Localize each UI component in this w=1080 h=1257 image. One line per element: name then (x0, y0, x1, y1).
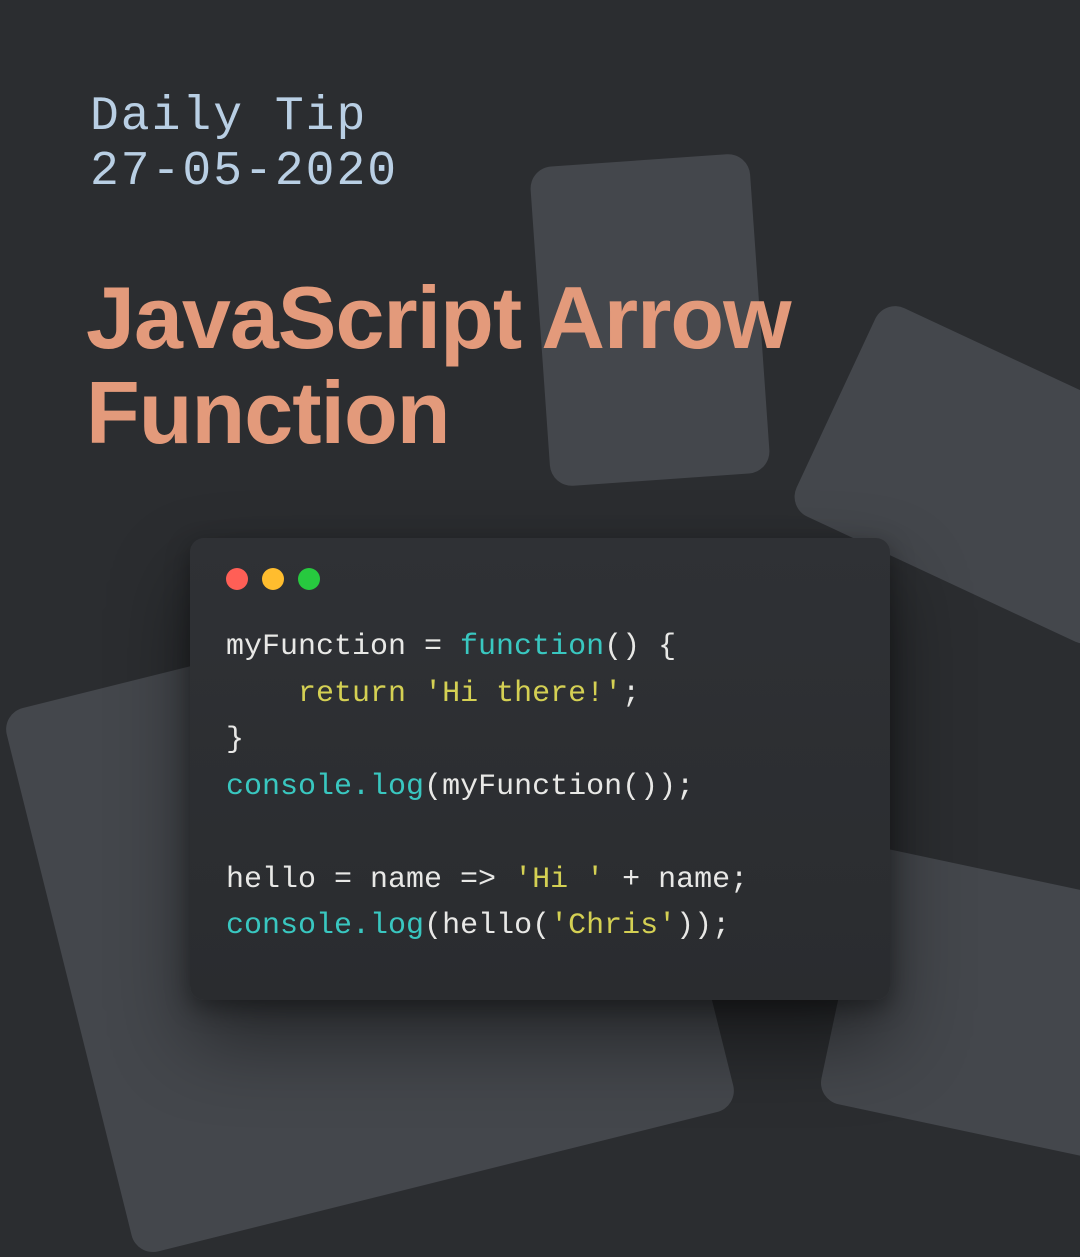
code-token: + (604, 863, 658, 897)
code-token: ( (424, 909, 442, 943)
code-token: 'Chris' (550, 909, 676, 943)
code-token: 'Hi ' (514, 863, 604, 897)
code-token: hello (442, 909, 532, 943)
window-traffic-lights (226, 568, 854, 590)
code-token: myFunction (442, 770, 622, 804)
code-token (406, 677, 424, 711)
meta-block: Daily Tip 27-05-2020 (90, 90, 398, 200)
code-token: => (442, 863, 514, 897)
code-token: ) (676, 909, 694, 943)
code-token: () (604, 630, 640, 664)
code-token: } (226, 723, 244, 757)
code-token: = (316, 863, 370, 897)
minimize-icon (262, 568, 284, 590)
code-token: ; (676, 770, 694, 804)
code-token: console.log (226, 770, 424, 804)
code-token: ) (694, 909, 712, 943)
code-token: hello (226, 863, 316, 897)
meta-date: 27-05-2020 (90, 145, 398, 200)
code-token: ) (658, 770, 676, 804)
code-token: ; (622, 677, 640, 711)
code-token: ( (424, 770, 442, 804)
code-token: { (640, 630, 676, 664)
code-block: myFunction = function() { return 'Hi the… (226, 624, 854, 950)
page-title: JavaScript Arrow Function (86, 270, 1080, 460)
maximize-icon (298, 568, 320, 590)
code-window: myFunction = function() { return 'Hi the… (190, 538, 890, 1000)
code-token: name (370, 863, 442, 897)
code-token: console.log (226, 909, 424, 943)
code-token: ( (532, 909, 550, 943)
code-token: myFunction (226, 630, 406, 664)
code-token: ; (730, 863, 748, 897)
code-token: = (406, 630, 460, 664)
code-token: function (460, 630, 604, 664)
code-token: return (298, 677, 406, 711)
code-token (226, 677, 298, 711)
close-icon (226, 568, 248, 590)
code-token: name (658, 863, 730, 897)
code-token: () (622, 770, 658, 804)
code-token: 'Hi there!' (424, 677, 622, 711)
meta-tag: Daily Tip (90, 90, 398, 145)
code-token: ; (712, 909, 730, 943)
